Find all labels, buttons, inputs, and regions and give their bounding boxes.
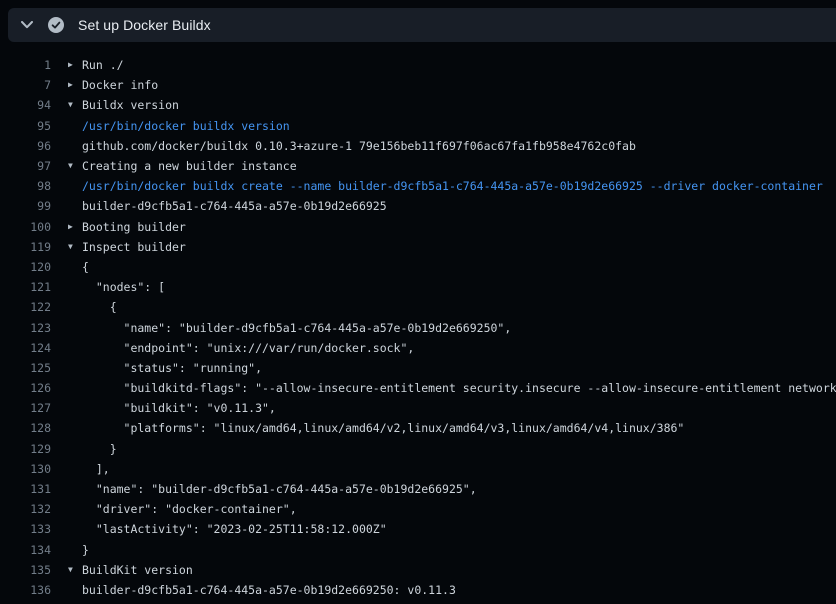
log-line-text: ],: [82, 462, 110, 476]
log-line[interactable]: 97 ▼ Creating a new builder instance: [0, 156, 836, 176]
line-number[interactable]: 7: [0, 78, 51, 92]
check-circle-icon: [48, 17, 64, 33]
log-line-text: "nodes": [: [82, 280, 165, 294]
log-line[interactable]: 7 ▶ Docker info: [0, 75, 836, 95]
line-number[interactable]: 120: [0, 260, 51, 274]
log-line-text: Inspect builder: [82, 240, 186, 254]
line-number[interactable]: 135: [0, 563, 51, 577]
log-line: 120 {: [0, 257, 836, 277]
log-line-text: }: [82, 543, 89, 557]
log-line-text: "buildkit": "v0.11.3",: [82, 401, 276, 415]
log-line: 95 /usr/bin/docker buildx version: [0, 116, 836, 136]
log-line-text: "buildkitd-flags": "--allow-insecure-ent…: [82, 381, 836, 395]
log-line-text: builder-d9cfb5a1-c764-445a-a57e-0b19d2e6…: [82, 583, 456, 597]
line-number[interactable]: 119: [0, 240, 51, 254]
triangle-down-icon[interactable]: ▼: [68, 243, 82, 251]
line-number[interactable]: 134: [0, 543, 51, 557]
line-number[interactable]: 96: [0, 139, 51, 153]
line-number[interactable]: 98: [0, 179, 51, 193]
log-line-text: github.com/docker/buildx 0.10.3+azure-1 …: [82, 139, 636, 153]
log-line: 122 {: [0, 297, 836, 317]
log-line-text: {: [82, 300, 117, 314]
log-line[interactable]: 1 ▶ Run ./: [0, 55, 836, 75]
triangle-down-icon[interactable]: ▼: [68, 566, 82, 574]
line-number[interactable]: 1: [0, 58, 51, 72]
log-line-text: Docker info: [82, 78, 158, 92]
line-number[interactable]: 99: [0, 199, 51, 213]
log-line: 133 "lastActivity": "2023-02-25T11:58:12…: [0, 519, 836, 539]
log-line: 127 "buildkit": "v0.11.3",: [0, 398, 836, 418]
line-number[interactable]: 94: [0, 98, 51, 112]
triangle-right-icon[interactable]: ▶: [68, 61, 82, 69]
line-number[interactable]: 122: [0, 300, 51, 314]
log-line-text: "name": "builder-d9cfb5a1-c764-445a-a57e…: [82, 482, 477, 496]
line-number[interactable]: 121: [0, 280, 51, 294]
log-line: 134 }: [0, 540, 836, 560]
log-line[interactable]: 94 ▼ Buildx version: [0, 95, 836, 115]
line-number[interactable]: 124: [0, 341, 51, 355]
line-number[interactable]: 136: [0, 583, 51, 597]
log-line: 96 github.com/docker/buildx 0.10.3+azure…: [0, 136, 836, 156]
log-line: 128 "platforms": "linux/amd64,linux/amd6…: [0, 418, 836, 438]
line-number[interactable]: 130: [0, 462, 51, 476]
log-area: 1 ▶ Run ./ 7 ▶ Docker info 94 ▼ Buildx v…: [0, 55, 836, 600]
log-line: 99 builder-d9cfb5a1-c764-445a-a57e-0b19d…: [0, 196, 836, 216]
line-number[interactable]: 125: [0, 361, 51, 375]
log-line-text: BuildKit version: [82, 563, 193, 577]
line-number[interactable]: 95: [0, 119, 51, 133]
chevron-down-icon[interactable]: [21, 21, 33, 29]
log-line[interactable]: 100 ▶ Booting builder: [0, 217, 836, 237]
line-number[interactable]: 131: [0, 482, 51, 496]
log-line-text: builder-d9cfb5a1-c764-445a-a57e-0b19d2e6…: [82, 199, 387, 213]
log-line-text: "endpoint": "unix:///var/run/docker.sock…: [82, 341, 414, 355]
triangle-down-icon[interactable]: ▼: [68, 101, 82, 109]
log-line-text: Booting builder: [82, 220, 186, 234]
triangle-right-icon[interactable]: ▶: [68, 223, 82, 231]
log-line: 129 }: [0, 439, 836, 459]
line-number[interactable]: 97: [0, 159, 51, 173]
triangle-down-icon[interactable]: ▼: [68, 162, 82, 170]
step-header[interactable]: Set up Docker Buildx: [8, 8, 836, 42]
step-title: Set up Docker Buildx: [78, 17, 211, 33]
log-line-text: "lastActivity": "2023-02-25T11:58:12.000…: [82, 522, 387, 536]
log-line: 126 "buildkitd-flags": "--allow-insecure…: [0, 378, 836, 398]
log-line[interactable]: 119 ▼ Inspect builder: [0, 237, 836, 257]
log-line: 132 "driver": "docker-container",: [0, 499, 836, 519]
log-line[interactable]: 135 ▼ BuildKit version: [0, 560, 836, 580]
log-line: 124 "endpoint": "unix:///var/run/docker.…: [0, 338, 836, 358]
log-line-text: Buildx version: [82, 98, 179, 112]
log-line: 125 "status": "running",: [0, 358, 836, 378]
log-line: 130 ],: [0, 459, 836, 479]
log-line: 121 "nodes": [: [0, 277, 836, 297]
line-number[interactable]: 123: [0, 321, 51, 335]
log-line-text: "name": "builder-d9cfb5a1-c764-445a-a57e…: [82, 321, 511, 335]
triangle-right-icon[interactable]: ▶: [68, 81, 82, 89]
log-line: 123 "name": "builder-d9cfb5a1-c764-445a-…: [0, 317, 836, 337]
line-number[interactable]: 133: [0, 522, 51, 536]
line-number[interactable]: 128: [0, 421, 51, 435]
line-number[interactable]: 127: [0, 401, 51, 415]
log-line: 131 "name": "builder-d9cfb5a1-c764-445a-…: [0, 479, 836, 499]
log-line-text: {: [82, 260, 89, 274]
line-number[interactable]: 132: [0, 502, 51, 516]
log-line-text: /usr/bin/docker buildx version: [82, 119, 290, 133]
log-line-text: Creating a new builder instance: [82, 159, 297, 173]
log-line: 136 builder-d9cfb5a1-c764-445a-a57e-0b19…: [0, 580, 836, 600]
log-line-text: }: [82, 442, 117, 456]
log-line-text: Run ./: [82, 58, 124, 72]
log-line-text: "platforms": "linux/amd64,linux/amd64/v2…: [82, 421, 684, 435]
line-number[interactable]: 100: [0, 220, 51, 234]
log-line-text: "driver": "docker-container",: [82, 502, 297, 516]
line-number[interactable]: 126: [0, 381, 51, 395]
log-line-text: /usr/bin/docker buildx create --name bui…: [82, 179, 823, 193]
log-line-text: "status": "running",: [82, 361, 262, 375]
line-number[interactable]: 129: [0, 442, 51, 456]
log-line: 98 /usr/bin/docker buildx create --name …: [0, 176, 836, 196]
